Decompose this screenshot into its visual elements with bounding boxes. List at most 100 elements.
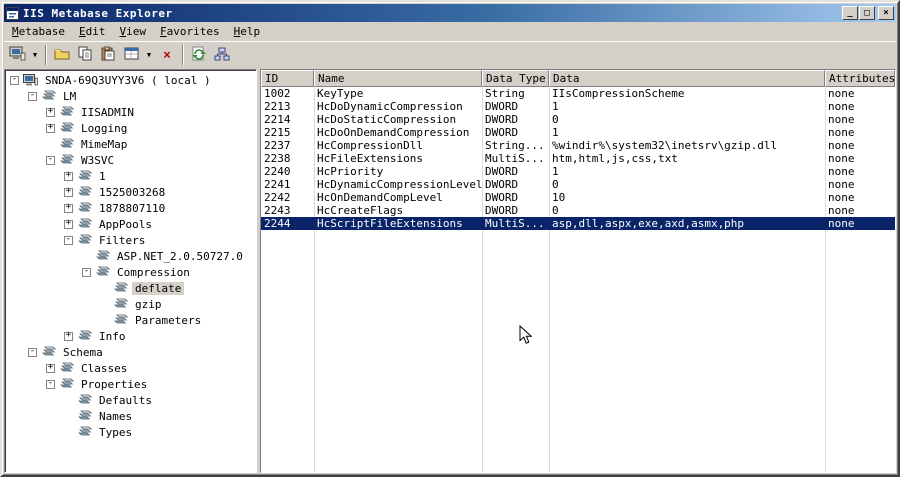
tree-node[interactable]: W3SVC <box>5 152 256 168</box>
tree-node-label[interactable]: ASP.NET_2.0.50727.0 <box>114 250 246 263</box>
expand-toggle-icon[interactable] <box>64 187 73 197</box>
copy-button[interactable] <box>74 44 96 66</box>
tree-node[interactable]: deflate <box>5 280 256 296</box>
delete-button[interactable]: × <box>156 44 178 66</box>
tree-node[interactable]: 1878807110 <box>5 200 256 216</box>
tree-node[interactable]: Compression <box>5 264 256 280</box>
table-row[interactable]: 2215 HcDoOnDemandCompression DWORD 1 non… <box>261 126 895 139</box>
table-row[interactable]: 2244 HcScriptFileExtensions MultiS... as… <box>261 217 895 230</box>
tree-node[interactable]: Defaults <box>5 392 256 408</box>
column-header[interactable]: ID <box>261 70 314 87</box>
tree-node[interactable]: 1525003268 <box>5 184 256 200</box>
close-button[interactable]: × <box>878 6 894 20</box>
table-row[interactable]: 2240 HcPriority DWORD 1 none <box>261 165 895 178</box>
data-record-button[interactable] <box>120 44 142 66</box>
expand-toggle-icon[interactable] <box>64 219 73 229</box>
tree-node-label[interactable]: Properties <box>78 378 150 391</box>
expand-toggle-icon[interactable] <box>46 379 55 389</box>
table-row[interactable]: 2238 HcFileExtensions MultiS... htm,html… <box>261 152 895 165</box>
tree-node[interactable]: Properties <box>5 376 256 392</box>
expand-toggle-icon[interactable] <box>82 267 91 277</box>
table-row[interactable]: 2243 HcCreateFlags DWORD 0 none <box>261 204 895 217</box>
table-row[interactable]: 2242 HcOnDemandCompLevel DWORD 10 none <box>261 191 895 204</box>
expand-toggle-icon[interactable] <box>46 155 55 165</box>
menu-item[interactable]: Favorites <box>153 23 227 41</box>
tree-node-label[interactable]: Info <box>96 330 129 343</box>
tree-node-label[interactable]: Parameters <box>132 314 204 327</box>
maximize-button[interactable]: □ <box>859 6 875 20</box>
tree-node[interactable]: Parameters <box>5 312 256 328</box>
tree-node[interactable]: Info <box>5 328 256 344</box>
tree-node-label[interactable]: Schema <box>60 346 106 359</box>
expand-toggle-icon[interactable] <box>46 363 55 373</box>
tree-node[interactable]: Names <box>5 408 256 424</box>
tree-node-label[interactable]: MimeMap <box>78 138 130 151</box>
column-header[interactable]: Data <box>549 70 825 87</box>
tree-node[interactable]: SNDA-69Q3UYY3V6 ( local ) <box>5 72 256 88</box>
expand-toggle-icon[interactable] <box>28 91 37 101</box>
new-key-button[interactable] <box>51 44 73 66</box>
menu-item[interactable]: View <box>112 23 153 41</box>
expand-toggle-icon[interactable] <box>64 171 73 181</box>
minimize-button[interactable]: _ <box>842 6 858 20</box>
tree-node-label[interactable]: AppPools <box>96 218 155 231</box>
expand-toggle-icon[interactable] <box>64 235 73 245</box>
expand-toggle-icon[interactable] <box>10 75 19 85</box>
metabase-key-icon <box>77 410 93 422</box>
tree-node[interactable]: LM <box>5 88 256 104</box>
tree-node[interactable]: Filters <box>5 232 256 248</box>
column-header[interactable]: Attributes <box>825 70 895 87</box>
tree-node-label[interactable]: 1 <box>96 170 109 183</box>
metabase-key-icon <box>77 202 93 214</box>
column-header[interactable]: Name <box>314 70 482 87</box>
tree-node-label[interactable]: W3SVC <box>78 154 117 167</box>
tree-node[interactable]: Classes <box>5 360 256 376</box>
title-bar[interactable]: IIS Metabase Explorer _ □ × <box>4 4 896 22</box>
tree-node[interactable]: Types <box>5 424 256 440</box>
tree-node[interactable]: Logging <box>5 120 256 136</box>
tree-node-label[interactable]: Classes <box>78 362 130 375</box>
tree-node-label[interactable]: SNDA-69Q3UYY3V6 ( local ) <box>42 74 214 87</box>
table-row[interactable]: 2214 HcDoStaticCompression DWORD 0 none <box>261 113 895 126</box>
paste-button[interactable] <box>97 44 119 66</box>
tree-node-label[interactable]: Compression <box>114 266 193 279</box>
refresh-button[interactable] <box>188 44 210 66</box>
menu-item[interactable]: Edit <box>72 23 113 41</box>
tree-node-label[interactable]: LM <box>60 90 79 103</box>
tree-node[interactable]: gzip <box>5 296 256 312</box>
column-header[interactable]: Data Type <box>482 70 549 87</box>
tree-node-label[interactable]: deflate <box>132 281 185 295</box>
table-row[interactable]: 2213 HcDoDynamicCompression DWORD 1 none <box>261 100 895 113</box>
tree-node[interactable]: AppPools <box>5 216 256 232</box>
tree-node-label[interactable]: 1525003268 <box>96 186 168 199</box>
tree-node-label[interactable]: Defaults <box>96 394 155 407</box>
table-row[interactable]: 2241 HcDynamicCompressionLevel DWORD 0 n… <box>261 178 895 191</box>
tree-node-label[interactable]: Types <box>96 426 135 439</box>
tree-node[interactable]: IISADMIN <box>5 104 256 120</box>
cell-attributes: none <box>828 165 855 178</box>
tree-node[interactable]: 1 <box>5 168 256 184</box>
security-button[interactable] <box>211 44 233 66</box>
expand-toggle-icon[interactable] <box>64 203 73 213</box>
tree-node[interactable]: Schema <box>5 344 256 360</box>
table-row[interactable]: 2237 HcCompressionDll String... %windir%… <box>261 139 895 152</box>
table-row[interactable]: 1002 KeyType String IIsCompressionScheme… <box>261 87 895 100</box>
expand-toggle-icon[interactable] <box>46 123 55 133</box>
tree-node-label[interactable]: Names <box>96 410 135 423</box>
menu-item[interactable]: Help <box>227 23 268 41</box>
tree-node[interactable]: ASP.NET_2.0.50727.0 <box>5 248 256 264</box>
tree-node-label[interactable]: gzip <box>132 298 165 311</box>
tree-node-label[interactable]: IISADMIN <box>78 106 137 119</box>
expand-toggle-icon[interactable] <box>64 331 73 341</box>
metabase-key-icon <box>77 218 93 230</box>
tree-node-label[interactable]: Filters <box>96 234 148 247</box>
expand-toggle-icon[interactable] <box>28 347 37 357</box>
connect-button[interactable] <box>6 44 28 66</box>
expand-toggle-icon[interactable] <box>46 107 55 117</box>
tree-node-label[interactable]: Logging <box>78 122 130 135</box>
data-dropdown-button[interactable]: ▼ <box>143 44 155 66</box>
menu-item[interactable]: Metabase <box>5 23 72 41</box>
tree-node[interactable]: MimeMap <box>5 136 256 152</box>
tree-node-label[interactable]: 1878807110 <box>96 202 168 215</box>
connect-dropdown-button[interactable]: ▼ <box>29 44 41 66</box>
